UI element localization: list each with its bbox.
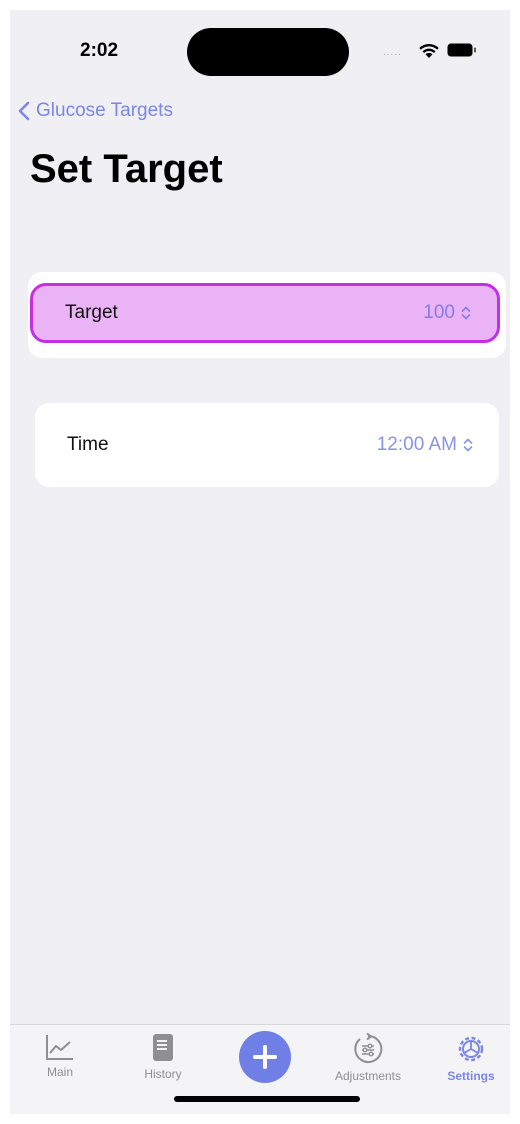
chart-icon <box>46 1035 73 1060</box>
chevron-up-down-icon <box>463 438 473 452</box>
target-row[interactable]: Target 100 <box>30 283 500 343</box>
tab-adjustments-label: Adjustments <box>334 1069 402 1083</box>
home-indicator[interactable] <box>174 1096 360 1102</box>
tab-main[interactable]: Main <box>15 1033 105 1079</box>
gear-icon <box>458 1036 484 1062</box>
book-icon <box>153 1034 173 1061</box>
battery-icon <box>447 43 476 57</box>
wifi-icon <box>419 44 439 58</box>
tab-settings-label: Settings <box>447 1069 495 1083</box>
time-value: 12:00 AM <box>376 434 457 455</box>
app-screen: 2:02 ..... Glucose Targets Set Target Ta… <box>10 10 510 1114</box>
page-title: Set Target <box>30 147 223 191</box>
add-entry-button[interactable] <box>220 1031 310 1083</box>
time-label: Time <box>67 434 109 455</box>
time-picker[interactable]: 12:00 AM <box>377 434 473 456</box>
target-label: Target <box>65 302 118 323</box>
tab-settings[interactable]: Settings <box>426 1033 510 1083</box>
tab-history[interactable]: History <box>118 1033 208 1081</box>
cellular-signal-icon: ..... <box>383 47 402 58</box>
back-button-label: Glucose Targets <box>36 100 173 121</box>
add-entry-circle <box>239 1031 291 1083</box>
plus-icon <box>253 1045 277 1069</box>
status-time: 2:02 <box>80 40 119 61</box>
adjustments-icon <box>354 1033 383 1063</box>
dynamic-island <box>187 28 349 76</box>
target-value: 100 <box>423 302 455 323</box>
tab-main-label: Main <box>46 1065 73 1079</box>
chevron-up-down-icon <box>461 306 471 320</box>
time-row[interactable]: Time 12:00 AM <box>35 403 499 487</box>
tab-history-label: History <box>144 1067 182 1081</box>
tab-adjustments[interactable]: Adjustments <box>323 1033 413 1083</box>
back-button[interactable]: Glucose Targets <box>18 100 173 122</box>
target-picker[interactable]: 100 <box>423 302 471 324</box>
chevron-left-icon <box>18 101 30 121</box>
